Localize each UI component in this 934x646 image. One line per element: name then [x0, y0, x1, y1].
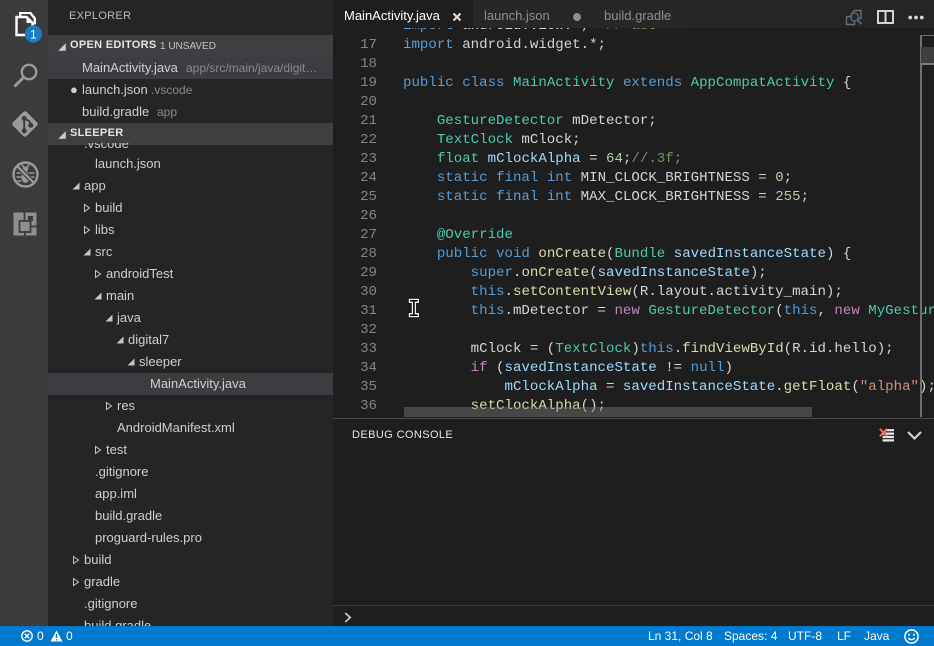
svg-text:1: 1 [30, 27, 37, 41]
